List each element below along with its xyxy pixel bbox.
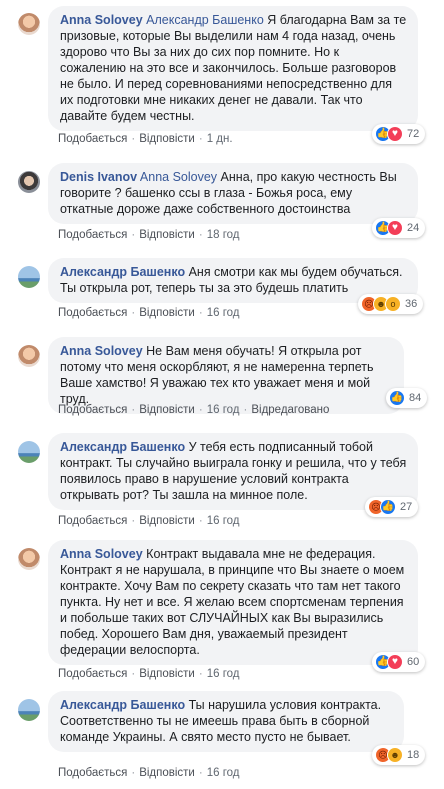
like-button[interactable]: Подобається <box>58 229 127 241</box>
comment-meta: Подобається · Відповісти · 16 год · Відредагов… <box>58 404 329 416</box>
comment-author[interactable]: Александр Башенко <box>60 440 185 454</box>
like-button[interactable]: Подобається <box>58 668 127 680</box>
separator: · <box>131 229 136 241</box>
like-button[interactable]: Подобається <box>58 404 127 416</box>
avatar[interactable] <box>18 345 40 367</box>
reply-button[interactable]: Відповісти <box>139 767 195 779</box>
comment-bubble: Anna Solovey Не Вам меня обучать! Я откр… <box>48 337 404 414</box>
reactions-summary[interactable]: ☹ ☻ 18 <box>372 745 426 765</box>
reply-button[interactable]: Відповісти <box>139 668 195 680</box>
separator: · <box>198 515 203 527</box>
comment-time[interactable]: 16 год <box>207 404 240 416</box>
separator: · <box>198 668 203 680</box>
comment-author[interactable]: Anna Solovey <box>60 13 143 27</box>
comment-time[interactable]: 16 год <box>207 307 240 319</box>
separator: · <box>131 515 136 527</box>
comment-author[interactable]: Denis Ivanov <box>60 170 137 184</box>
reaction-count: 84 <box>409 392 422 404</box>
like-button[interactable]: Подобається <box>58 767 127 779</box>
comment-text: Я благодарна Вам за те призовые, которые… <box>60 13 407 123</box>
avatar[interactable] <box>18 13 40 35</box>
comment-time[interactable]: 18 год <box>207 229 240 241</box>
comment-time[interactable]: 16 год <box>207 668 240 680</box>
reactions-summary[interactable]: ☹ 👍 27 <box>365 497 419 517</box>
like-icon: 👍 <box>389 390 405 406</box>
comment-meta: Подобається · Відповісти · 16 год <box>58 307 240 319</box>
love-icon: ♥ <box>387 654 403 670</box>
reply-button[interactable]: Відповісти <box>139 229 195 241</box>
reaction-count: 24 <box>407 222 420 234</box>
separator: · <box>131 133 136 145</box>
comment-author[interactable]: Александр Башенко <box>60 698 185 712</box>
like-button[interactable]: Подобається <box>58 133 127 145</box>
comment-bubble: Александр Башенко У тебя есть подписанны… <box>48 433 418 510</box>
like-icon: 👍 <box>380 499 396 515</box>
reactions-summary[interactable]: 👍 ♥ 72 <box>372 124 426 144</box>
reply-button[interactable]: Відповісти <box>139 404 195 416</box>
like-button[interactable]: Подобається <box>58 307 127 319</box>
separator: · <box>198 229 203 241</box>
separator: · <box>131 307 136 319</box>
reaction-count: 18 <box>407 749 420 761</box>
wow-icon: o <box>385 296 401 312</box>
comment-time[interactable]: 1 дн. <box>207 133 233 145</box>
reaction-count: 36 <box>405 298 418 310</box>
reaction-count: 27 <box>400 501 413 513</box>
comment-text: Контракт выдавала мне не федерация. Конт… <box>60 547 405 657</box>
reaction-count: 72 <box>407 128 420 140</box>
avatar[interactable] <box>18 441 40 463</box>
reactions-summary[interactable]: ☹ ☻ o 36 <box>358 294 424 314</box>
avatar[interactable] <box>18 171 40 193</box>
comment-time[interactable]: 16 год <box>207 515 240 527</box>
comment-author[interactable]: Александр Башенко <box>60 265 185 279</box>
love-icon: ♥ <box>387 220 403 236</box>
comment-thread: Anna Solovey Александр Башенко Я благода… <box>0 0 444 789</box>
love-icon: ♥ <box>387 126 403 142</box>
separator: · <box>198 767 203 779</box>
separator: · <box>198 133 203 145</box>
comment-meta: Подобається · Відповісти · 16 год <box>58 668 240 680</box>
reply-button[interactable]: Відповісти <box>139 133 195 145</box>
reaction-count: 60 <box>407 656 420 668</box>
comment-author[interactable]: Anna Solovey <box>60 344 143 358</box>
reactions-summary[interactable]: 👍 84 <box>386 388 428 408</box>
reply-button[interactable]: Відповісти <box>139 307 195 319</box>
edited-label[interactable]: Відредаговано <box>251 404 329 416</box>
avatar[interactable] <box>18 266 40 288</box>
reactions-summary[interactable]: 👍 ♥ 24 <box>372 218 426 238</box>
separator: · <box>198 404 203 416</box>
comment-meta: Подобається · Відповісти · 16 год <box>58 515 240 527</box>
comment-mention[interactable]: Anna Solovey <box>140 170 217 184</box>
like-button[interactable]: Подобається <box>58 515 127 527</box>
avatar[interactable] <box>18 548 40 570</box>
comment-meta: Подобається · Відповісти · 1 дн. <box>58 133 233 145</box>
separator: · <box>131 767 136 779</box>
avatar[interactable] <box>18 699 40 721</box>
comment-time[interactable]: 16 год <box>207 767 240 779</box>
separator: · <box>243 404 248 416</box>
comment-bubble: Александр Башенко Ты нарушила условия ко… <box>48 691 404 752</box>
comment-meta: Подобається · Відповісти · 16 год <box>58 767 240 779</box>
comment-author[interactable]: Anna Solovey <box>60 547 143 561</box>
reactions-summary[interactable]: 👍 ♥ 60 <box>372 652 426 672</box>
comment-bubble: Anna Solovey Александр Башенко Я благода… <box>48 6 418 131</box>
haha-icon: ☻ <box>387 747 403 763</box>
comment-bubble: Anna Solovey Контракт выдавала мне не фе… <box>48 540 418 665</box>
comment-bubble: Denis Ivanov Anna Solovey Анна, про каку… <box>48 163 418 224</box>
separator: · <box>198 307 203 319</box>
comment-mention[interactable]: Александр Башенко <box>146 13 264 27</box>
comment-meta: Подобається · Відповісти · 18 год <box>58 229 240 241</box>
separator: · <box>131 668 136 680</box>
separator: · <box>131 404 136 416</box>
reply-button[interactable]: Відповісти <box>139 515 195 527</box>
